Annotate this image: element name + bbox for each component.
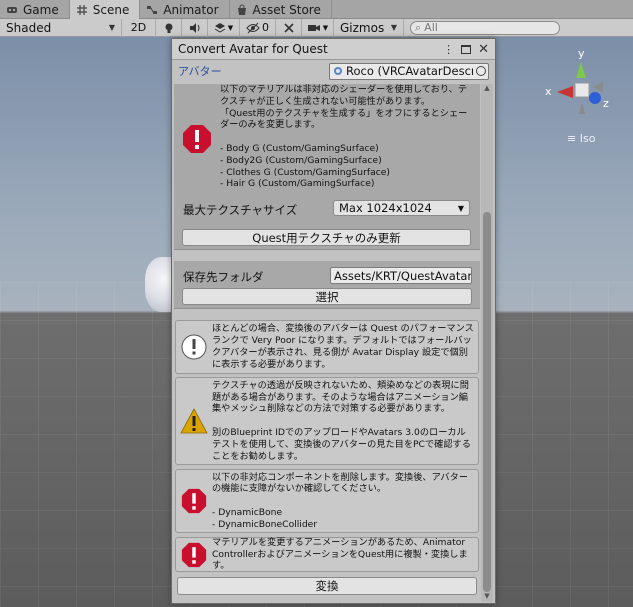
gizmo-x-label: x (545, 85, 552, 98)
window-titlebar[interactable]: Convert Avatar for Quest ⋮ ✕ (172, 39, 495, 60)
update-textures-button[interactable]: Quest用テクスチャのみ更新 (182, 229, 471, 246)
eye-slash-icon (246, 22, 260, 33)
game-icon (7, 6, 17, 13)
maximize-icon[interactable] (461, 44, 472, 54)
tab-asset-store[interactable]: Asset Store (230, 0, 332, 19)
hidden-count: 0 (262, 21, 269, 34)
projection-toggle[interactable]: ≡ Iso (567, 132, 595, 145)
error-icon (174, 124, 220, 154)
menu-lines-icon: ≡ (567, 132, 577, 145)
shading-mode-value: Shaded (6, 20, 52, 35)
texture-settings-panel: 以下のマテリアルは非対応のシェーダーを使用しており、テクスチャが正しく生成されな… (174, 84, 480, 250)
components-error-box: 以下の非対応コンポーネントを削除します。変換後、アバターの機能に支障がないか確認… (175, 469, 479, 533)
gizmo-x-axis[interactable] (557, 86, 573, 98)
tab-animator[interactable]: Animator (140, 0, 230, 19)
gizmos-dropdown[interactable]: Gizmos ▼ (334, 18, 404, 37)
performance-info-text: ほとんどの場合、変換後のアバターは Quest のパフォーマンスランクで Ver… (212, 323, 474, 370)
tab-bar: Game Scene Animator Asset Store (0, 0, 633, 19)
animator-icon (147, 5, 158, 14)
convert-label: 変換 (315, 579, 339, 593)
gizmo-center[interactable] (574, 82, 590, 98)
lightbulb-icon (165, 23, 172, 33)
tools-toggle[interactable] (276, 18, 302, 37)
scene-icon (76, 4, 87, 15)
scroll-down-icon[interactable]: ▼ (481, 592, 493, 602)
convert-button[interactable]: 変換 (177, 577, 477, 595)
error-icon (176, 488, 212, 514)
scroll-up-icon[interactable]: ▲ (481, 84, 493, 94)
transparency-warning-box: テクスチャの透過が反映されないため、頬染めなどの表現に問題がある場合があります。… (175, 377, 479, 465)
scrollbar-thumb[interactable] (483, 212, 491, 592)
gizmo-z-label: z (603, 97, 609, 110)
search-placeholder: All (424, 21, 438, 34)
select-folder-button[interactable]: 選択 (182, 288, 472, 305)
avatar-value: Roco (VRCAvatarDescriptor) (346, 64, 473, 78)
save-folder-value: Assets/KRT/QuestAvatars (334, 268, 472, 283)
chevron-down-icon: ▼ (227, 23, 234, 32)
tab-game[interactable]: Game (0, 0, 70, 19)
save-folder-label: 保存先フォルダ (183, 270, 264, 284)
gizmo-z-axis[interactable] (589, 92, 601, 104)
animation-error-box: マテリアルを変更するアニメーションがあるため、Animator Controll… (175, 537, 479, 572)
performance-info-box: ほとんどの場合、変換後のアバターは Quest のパフォーマンスランクで Ver… (175, 320, 479, 374)
layers-icon (214, 22, 226, 33)
avatar-field-row: アバター Roco (VRCAvatarDescriptor) (172, 60, 495, 82)
vertical-scrollbar[interactable]: ▲ ▼ (481, 84, 493, 602)
shading-mode-dropdown[interactable]: Shaded ▼ (0, 18, 122, 37)
gizmo-y-label: y (578, 47, 585, 60)
chevron-down-icon: ▼ (390, 23, 397, 32)
chevron-down-icon: ▼ (457, 203, 464, 213)
avatar-label: アバター (178, 65, 222, 78)
chevron-down-icon: ▼ (108, 23, 115, 32)
gizmos-label: Gizmos (340, 20, 385, 35)
gizmo-neg-y[interactable] (579, 102, 585, 114)
scene-toolbar: Shaded ▼ 2D ▼ 0 ▼ Gizmos ▼ ⌕ All (0, 18, 633, 37)
lighting-toggle[interactable] (156, 18, 182, 37)
projection-label: Iso (579, 132, 596, 145)
more-options-icon[interactable]: ⋮ (443, 43, 454, 56)
speaker-icon (189, 22, 199, 33)
audio-toggle[interactable] (182, 18, 208, 37)
camera-dropdown[interactable]: ▼ (302, 18, 334, 37)
error-icon (176, 542, 212, 568)
effects-dropdown[interactable]: ▼ (208, 18, 240, 37)
save-folder-panel: 保存先フォルダ Assets/KRT/QuestAvatars 選択 (174, 261, 480, 309)
tab-label: Scene (92, 2, 130, 17)
toggle-2d-button[interactable]: 2D (122, 18, 156, 37)
max-texture-dropdown[interactable]: Max 1024x1024 ▼ (333, 200, 470, 216)
tab-label: Animator (163, 2, 219, 17)
window-content: 以下のマテリアルは非対応のシェーダーを使用しており、テクスチャが正しく生成されな… (174, 84, 480, 602)
avatar-object-field[interactable]: Roco (VRCAvatarDescriptor) (329, 62, 489, 80)
components-error-text: 以下の非対応コンポーネントを削除します。変換後、アバターの機能に支障がないか確認… (212, 471, 468, 530)
search-icon: ⌕ (415, 20, 422, 34)
hidden-objects-toggle[interactable]: 0 (240, 18, 276, 37)
tab-label: Game (23, 2, 59, 17)
update-textures-label: Quest用テクスチャのみ更新 (252, 230, 401, 245)
shader-warning-box: 以下のマテリアルは非対応のシェーダーを使用しており、テクスチャが正しく生成されな… (174, 84, 478, 194)
animation-error-text: マテリアルを変更するアニメーションがあるため、Animator Controll… (212, 536, 468, 572)
max-texture-value: Max 1024x1024 (339, 201, 432, 215)
info-icon (176, 334, 212, 360)
warning-icon (176, 408, 212, 434)
asset-store-icon (237, 4, 246, 15)
shader-warning-text: 以下のマテリアルは非対応のシェーダーを使用しており、テクスチャが正しく生成されな… (220, 84, 468, 190)
select-folder-label: 選択 (315, 289, 339, 304)
tab-scene[interactable]: Scene (69, 0, 141, 19)
save-folder-field[interactable]: Assets/KRT/QuestAvatars (330, 267, 472, 284)
convert-avatar-window: Convert Avatar for Quest ⋮ ✕ アバター Roco (… (171, 38, 496, 604)
transparency-warning-text: テクスチャの透過が反映されないため、頬染めなどの表現に問題がある場合があります。… (212, 379, 471, 462)
window-title: Convert Avatar for Quest (178, 42, 328, 56)
max-texture-label: 最大テクスチャサイズ (183, 203, 298, 217)
camera-icon (307, 24, 320, 31)
close-icon[interactable]: ✕ (478, 42, 489, 57)
tools-icon (283, 22, 294, 33)
gizmo-neg-x[interactable] (593, 82, 603, 92)
object-picker-icon[interactable] (476, 66, 486, 76)
toggle-2d-label: 2D (130, 21, 147, 34)
component-icon (334, 67, 342, 75)
scene-search-input[interactable]: ⌕ All (410, 20, 560, 35)
gizmo-y-axis[interactable] (576, 62, 586, 78)
tab-label: Asset Store (252, 2, 321, 17)
chevron-down-icon: ▼ (322, 23, 329, 32)
